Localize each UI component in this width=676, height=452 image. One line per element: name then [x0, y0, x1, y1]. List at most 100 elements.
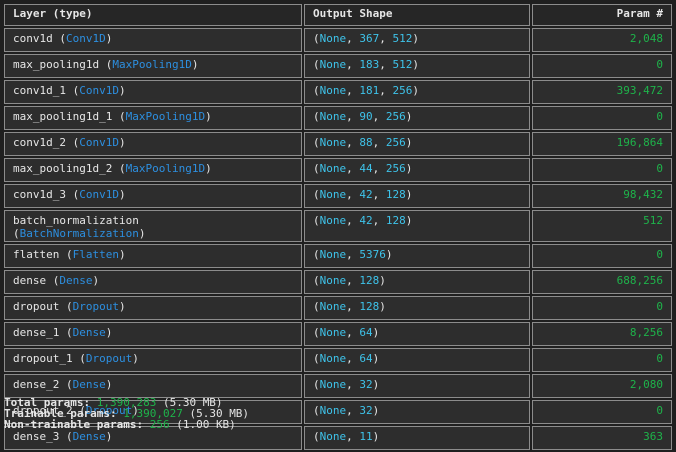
shape-dim: 42 — [359, 188, 373, 201]
shape-dim: 512 — [392, 58, 413, 71]
layer-name: max_pooling1d_2 — [13, 162, 113, 175]
shape-dim: 5376 — [359, 248, 386, 261]
shape-dim: 256 — [385, 136, 406, 149]
shape-batch-dim: None — [319, 188, 347, 201]
layer-cell: max_pooling1d_2 (MaxPooling1D) — [4, 158, 302, 182]
output-shape-cell: (None, 183, 512) — [304, 54, 530, 78]
header-output-shape: Output Shape — [304, 4, 530, 26]
output-shape-cell: (None, 64) — [304, 348, 530, 372]
shape-batch-dim: None — [319, 84, 347, 97]
nontrainable-params-label: Non-trainable params: — [4, 418, 144, 431]
shape-dim: 90 — [359, 110, 373, 123]
shape-dim: 32 — [359, 378, 373, 391]
output-shape-cell: (None, 367, 512) — [304, 28, 530, 52]
layer-type: MaxPooling1D — [125, 110, 206, 123]
layer-cell: conv1d_1 (Conv1D) — [4, 80, 302, 104]
output-shape-cell: (None, 90, 256) — [304, 106, 530, 130]
shape-batch-dim: None — [319, 32, 347, 45]
param-count-cell: 0 — [532, 400, 672, 424]
layer-name: conv1d_2 — [13, 136, 66, 149]
layer-name: dense_1 — [13, 326, 60, 339]
output-shape-cell: (None, 5376) — [304, 244, 530, 268]
layer-name: dropout_1 — [13, 352, 73, 365]
shape-batch-dim: None — [319, 162, 347, 175]
nontrainable-params-size: (1.00 KB) — [176, 418, 236, 431]
shape-dim: 128 — [385, 214, 406, 227]
layer-cell: dense (Dense) — [4, 270, 302, 294]
shape-dim: 256 — [385, 110, 406, 123]
param-count-cell: 393,472 — [532, 80, 672, 104]
output-shape-cell: (None, 11) — [304, 426, 530, 450]
output-shape-cell: (None, 64) — [304, 322, 530, 346]
table-body: conv1d (Conv1D) (None, 367, 512) 2,048 max_… — [4, 28, 672, 450]
param-count-cell: 2,080 — [532, 374, 672, 398]
table-row: conv1d_1 (Conv1D) (None, 181, 256) 393,472 — [4, 80, 672, 104]
layer-cell: max_pooling1d_1 (MaxPooling1D) — [4, 106, 302, 130]
layer-type: Conv1D — [79, 188, 119, 201]
layer-type: BatchNormalization — [19, 227, 139, 240]
shape-batch-dim: None — [319, 300, 347, 313]
nontrainable-params-value: 256 — [149, 418, 170, 431]
shape-batch-dim: None — [319, 58, 347, 71]
shape-dim: 256 — [385, 162, 406, 175]
param-count-cell: 0 — [532, 348, 672, 372]
layer-type: Dropout — [85, 352, 133, 365]
layer-name: max_pooling1d — [13, 58, 100, 71]
shape-dim: 32 — [359, 404, 373, 417]
shape-batch-dim: None — [319, 404, 347, 417]
param-count-cell: 2,048 — [532, 28, 672, 52]
output-shape-cell: (None, 42, 128) — [304, 210, 530, 242]
layer-type: MaxPooling1D — [125, 162, 206, 175]
param-count-cell: 196,864 — [532, 132, 672, 156]
layer-name: conv1d_1 — [13, 84, 66, 97]
table-row: flatten (Flatten) (None, 5376) 0 — [4, 244, 672, 268]
param-count-cell: 0 — [532, 54, 672, 78]
shape-batch-dim: None — [319, 110, 347, 123]
shape-dim: 181 — [359, 84, 380, 97]
table-row: dropout_1 (Dropout) (None, 64) 0 — [4, 348, 672, 372]
layer-cell: dense_1 (Dense) — [4, 322, 302, 346]
layer-cell: dense_2 (Dense) — [4, 374, 302, 398]
header-layer-type: Layer (type) — [4, 4, 302, 26]
param-count-cell: 0 — [532, 158, 672, 182]
layer-type: Dense — [59, 274, 93, 287]
shape-batch-dim: None — [319, 352, 347, 365]
layer-type: Conv1D — [79, 84, 119, 97]
shape-dim: 256 — [392, 84, 413, 97]
shape-dim: 128 — [359, 274, 380, 287]
model-summary-table: Layer (type) Output Shape Param # conv1d… — [2, 2, 674, 452]
table-row: conv1d_2 (Conv1D) (None, 88, 256) 196,864 — [4, 132, 672, 156]
layer-cell: conv1d (Conv1D) — [4, 28, 302, 52]
table-row: conv1d (Conv1D) (None, 367, 512) 2,048 — [4, 28, 672, 52]
layer-cell: flatten (Flatten) — [4, 244, 302, 268]
layer-name: dense_2 — [13, 378, 60, 391]
table-row: batch_normalization (BatchNormalization)(… — [4, 210, 672, 242]
layer-name: max_pooling1d_1 — [13, 110, 113, 123]
table-header-row: Layer (type) Output Shape Param # — [4, 4, 672, 26]
shape-dim: 367 — [359, 32, 380, 45]
layer-name: conv1d — [13, 32, 53, 45]
table-row: conv1d_3 (Conv1D) (None, 42, 128) 98,432 — [4, 184, 672, 208]
table-row: max_pooling1d (MaxPooling1D) (None, 183, … — [4, 54, 672, 78]
layer-name: dropout — [13, 300, 60, 313]
output-shape-cell: (None, 128) — [304, 296, 530, 320]
param-count-cell: 512 — [532, 210, 672, 242]
output-shape-cell: (None, 42, 128) — [304, 184, 530, 208]
output-shape-cell: (None, 32) — [304, 400, 530, 424]
layer-type: MaxPooling1D — [112, 58, 192, 71]
model-summary: Layer (type) Output Shape Param # conv1d… — [0, 0, 676, 450]
header-param-count: Param # — [532, 4, 672, 26]
shape-batch-dim: None — [319, 136, 347, 149]
layer-cell: dropout (Dropout) — [4, 296, 302, 320]
layer-cell: conv1d_2 (Conv1D) — [4, 132, 302, 156]
shape-dim: 128 — [359, 300, 380, 313]
shape-batch-dim: None — [319, 378, 347, 391]
shape-batch-dim: None — [319, 214, 347, 227]
layer-type: Dense — [72, 378, 106, 391]
layer-cell: dropout_1 (Dropout) — [4, 348, 302, 372]
param-count-cell: 8,256 — [532, 322, 672, 346]
output-shape-cell: (None, 128) — [304, 270, 530, 294]
shape-dim: 44 — [359, 162, 373, 175]
output-shape-cell: (None, 44, 256) — [304, 158, 530, 182]
shape-dim: 42 — [359, 214, 373, 227]
